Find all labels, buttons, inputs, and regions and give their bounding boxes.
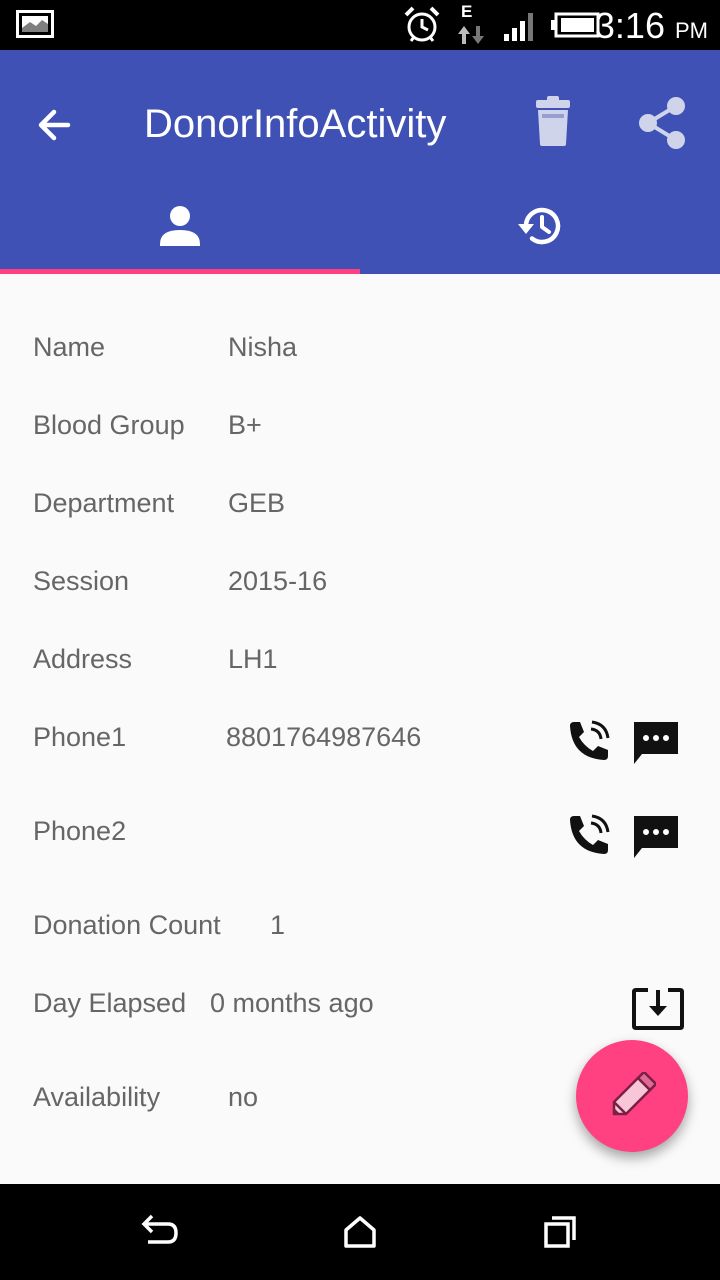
back-button[interactable] [28, 102, 84, 148]
phone1-value: 8801764987646 [226, 722, 422, 752]
navigation-bar [0, 1184, 720, 1280]
department-label: Department [33, 488, 175, 518]
signal-icon [504, 13, 533, 41]
phone-call-icon [570, 814, 610, 854]
availability-value: no [228, 1082, 259, 1112]
tab-indicator [0, 269, 360, 274]
message-icon [634, 722, 678, 764]
message-icon [634, 816, 678, 858]
share-icon [639, 97, 685, 149]
network-type-label: E [461, 2, 473, 21]
edit-fab-button[interactable] [576, 1040, 688, 1152]
status-bar: E 3:16 PM [0, 0, 720, 50]
pencil-icon [612, 1072, 656, 1116]
nav-recents-button[interactable] [530, 1202, 590, 1262]
phone2-label: Phone2 [33, 816, 127, 846]
download-button[interactable] [630, 986, 686, 1037]
tab-history[interactable] [360, 190, 720, 274]
blood-group-value: B+ [228, 410, 262, 440]
phone1-call-button[interactable] [564, 718, 614, 771]
phone2-call-button[interactable] [564, 812, 614, 865]
download-icon [632, 988, 684, 1030]
app-bar: DonorInfoActivity [0, 50, 720, 274]
nav-home-button[interactable] [330, 1202, 390, 1262]
phone-call-icon [570, 720, 610, 760]
delete-icon [536, 96, 570, 146]
phone1-label: Phone1 [33, 722, 127, 752]
share-button[interactable] [632, 94, 692, 152]
person-icon [160, 206, 200, 246]
session-value: 2015-16 [228, 566, 328, 596]
day-elapsed-value: 0 months ago [210, 988, 374, 1018]
donation-count-label: Donation Count [33, 910, 221, 940]
nav-back-button[interactable] [130, 1202, 190, 1262]
back-arrow-icon [38, 109, 71, 141]
gallery-icon [16, 10, 54, 38]
phone1-message-button[interactable] [630, 718, 682, 771]
page-title: DonorInfoActivity [144, 102, 447, 146]
delete-button[interactable] [526, 94, 580, 152]
phone2-message-button[interactable] [630, 812, 682, 865]
tab-profile[interactable] [0, 190, 360, 274]
name-value: Nisha [228, 332, 298, 362]
recents-icon [544, 1216, 576, 1248]
department-value: GEB [228, 488, 286, 518]
home-icon [344, 1216, 376, 1248]
address-value: LH1 [228, 644, 278, 674]
blood-group-label: Blood Group [33, 410, 185, 440]
battery-icon [551, 12, 600, 38]
donation-count-value: 1 [270, 910, 286, 940]
alarm-icon [404, 6, 440, 42]
availability-label: Availability [33, 1082, 161, 1112]
session-label: Session [33, 566, 130, 596]
name-label: Name [33, 332, 106, 362]
status-time: 3:16 PM [595, 4, 708, 53]
address-label: Address [33, 644, 133, 674]
status-time-value: 3:16 [594, 5, 665, 46]
day-elapsed-label: Day Elapsed [33, 988, 187, 1018]
data-transfer-icon [458, 26, 484, 44]
history-icon [518, 207, 561, 245]
back-icon [141, 1214, 178, 1244]
status-time-ampm: PM [675, 18, 708, 43]
